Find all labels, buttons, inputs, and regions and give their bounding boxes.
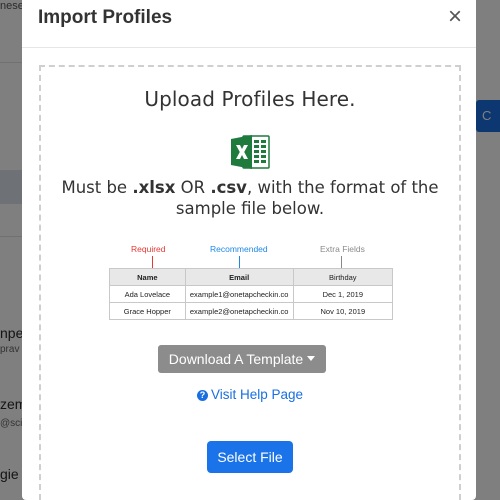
table-row: Ada Lovelace example1@onetapcheckin.co D… bbox=[109, 285, 394, 303]
close-button[interactable]: × bbox=[448, 5, 462, 29]
select-file-button[interactable]: Select File bbox=[207, 441, 293, 473]
extra-fields-label: Extra Fields bbox=[320, 244, 365, 254]
recommended-label: Recommended bbox=[210, 244, 268, 254]
xlsx-extension: .xlsx bbox=[132, 178, 176, 197]
csv-extension: .csv bbox=[210, 178, 247, 197]
help-link-label: Visit Help Page bbox=[210, 387, 304, 402]
table-row: Grace Hopper example2@onetapcheckin.co N… bbox=[109, 302, 394, 320]
download-template-button[interactable]: Download A Template bbox=[158, 345, 326, 373]
visit-help-page-link[interactable]: ? Visit Help Page bbox=[41, 387, 459, 402]
excel-icon bbox=[231, 135, 270, 169]
file-dropzone[interactable]: Upload Profiles Here. Must be .xlsx OR .… bbox=[39, 65, 461, 500]
table-header-row: Name Email Birthday bbox=[109, 268, 394, 286]
question-circle-icon: ? bbox=[196, 390, 208, 401]
column-header: Name bbox=[109, 268, 186, 286]
table-cell: Dec 1, 2019 bbox=[292, 285, 394, 303]
sample-table: Name Email Birthday Ada Lovelace example… bbox=[109, 268, 394, 320]
table-cell: example1@onetapcheckin.co bbox=[184, 285, 294, 303]
table-cell: Ada Lovelace bbox=[109, 285, 186, 303]
table-cell: Grace Hopper bbox=[109, 302, 186, 320]
import-profiles-modal: Import Profiles × Upload Profiles Here. … bbox=[22, 0, 476, 500]
column-header: Email bbox=[184, 268, 294, 286]
download-template-label: Download A Template bbox=[168, 351, 304, 367]
required-pointer bbox=[152, 256, 153, 268]
recommended-pointer bbox=[239, 256, 240, 268]
table-cell: Nov 10, 2019 bbox=[292, 302, 394, 320]
caret-down-icon bbox=[307, 355, 316, 361]
upload-heading: Upload Profiles Here. bbox=[144, 87, 356, 111]
modal-header: Import Profiles × bbox=[22, 0, 476, 48]
extra-fields-pointer bbox=[341, 256, 342, 268]
table-cell: example2@onetapcheckin.co bbox=[184, 302, 294, 320]
modal-title: Import Profiles bbox=[38, 7, 173, 28]
file-requirement-text: Must be .xlsx OR .csv, with the format o… bbox=[61, 178, 439, 218]
sample-file-preview: Required Recommended Extra Fields Name E… bbox=[109, 244, 394, 326]
required-label: Required bbox=[131, 244, 166, 254]
column-header: Birthday bbox=[292, 268, 394, 286]
